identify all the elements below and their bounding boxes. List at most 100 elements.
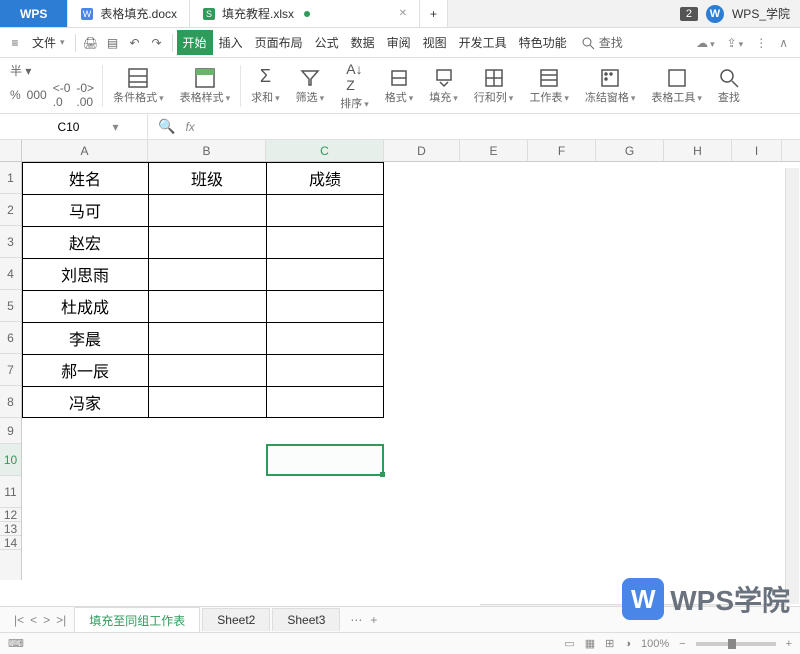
- row-header[interactable]: 13: [0, 522, 21, 536]
- column-header[interactable]: B: [148, 140, 266, 161]
- redo-icon[interactable]: ↷: [146, 32, 168, 54]
- file-menu[interactable]: 文件: [26, 30, 71, 55]
- conditional-format-button[interactable]: 条件格式: [105, 58, 172, 113]
- row-column-button[interactable]: 行和列: [466, 58, 522, 113]
- format-button[interactable]: 格式: [377, 58, 422, 113]
- filter-button[interactable]: 筛选: [288, 58, 333, 113]
- more-icon[interactable]: ⋮: [755, 36, 767, 50]
- fx-icon[interactable]: fx: [185, 120, 194, 134]
- zoom-value[interactable]: 100%: [641, 638, 669, 650]
- sheet-tab-active[interactable]: 填充至同组工作表: [74, 607, 200, 633]
- column-header[interactable]: F: [528, 140, 596, 161]
- table-style-button[interactable]: 表格样式: [172, 58, 239, 113]
- decrease-decimal-icon[interactable]: -0>.00: [76, 81, 94, 109]
- cloud-sync-icon[interactable]: ☁: [696, 36, 715, 50]
- fill-button[interactable]: 填充: [421, 58, 466, 113]
- view-break-icon[interactable]: ⊞: [605, 637, 614, 650]
- sum-button[interactable]: Σ 求和: [243, 58, 288, 113]
- print-preview-icon[interactable]: ▤: [102, 32, 124, 54]
- sheet-nav-first-icon[interactable]: |<: [14, 613, 24, 627]
- wps-brand-tab[interactable]: WPS: [0, 0, 68, 27]
- row-header[interactable]: 6: [0, 322, 21, 354]
- ribbon-tab-layout[interactable]: 页面布局: [249, 30, 309, 55]
- sheet-nav-last-icon[interactable]: >|: [56, 613, 66, 627]
- row-header[interactable]: 9: [0, 418, 21, 444]
- sheet-nav-next-icon[interactable]: >: [43, 613, 50, 627]
- name-box-dropdown-icon[interactable]: ▾: [112, 120, 118, 134]
- column-header[interactable]: A: [22, 140, 148, 161]
- row-header[interactable]: 14: [0, 536, 21, 550]
- view-page-icon[interactable]: ▦: [585, 637, 595, 650]
- active-cell-selection[interactable]: [266, 444, 384, 476]
- hamburger-icon[interactable]: ≡: [4, 32, 26, 54]
- row-header[interactable]: 3: [0, 226, 21, 258]
- sheet-tab-more-icon[interactable]: ⋯: [350, 613, 362, 627]
- cell[interactable]: 成绩: [266, 162, 384, 194]
- cell[interactable]: 李晨: [22, 322, 148, 354]
- share-icon[interactable]: ⇪: [727, 36, 744, 50]
- zoom-in-icon[interactable]: +: [786, 638, 792, 650]
- freeze-panes-button[interactable]: 冻结窗格: [577, 58, 644, 113]
- row-header[interactable]: 2: [0, 194, 21, 226]
- column-header[interactable]: C: [266, 140, 384, 161]
- name-box-input[interactable]: [28, 120, 108, 134]
- zoom-slider[interactable]: [696, 642, 776, 646]
- row-header[interactable]: 10: [0, 444, 21, 476]
- user-avatar-icon[interactable]: W: [706, 5, 724, 23]
- select-all-corner[interactable]: [0, 140, 22, 162]
- column-header[interactable]: H: [664, 140, 732, 161]
- cell[interactable]: 赵宏: [22, 226, 148, 258]
- view-normal-icon[interactable]: ▭: [564, 637, 574, 650]
- ribbon-tab-review[interactable]: 审阅: [381, 30, 417, 55]
- percent-format-icon[interactable]: %: [10, 88, 21, 102]
- sheet-tab[interactable]: Sheet3: [272, 608, 340, 631]
- vertical-scrollbar[interactable]: [785, 168, 799, 604]
- worksheet-button[interactable]: 工作表: [521, 58, 577, 113]
- zoom-out-icon[interactable]: −: [679, 638, 685, 650]
- table-tools-button[interactable]: 表格工具: [643, 58, 710, 113]
- row-header[interactable]: 8: [0, 386, 21, 418]
- row-header[interactable]: 12: [0, 508, 21, 522]
- cell[interactable]: 班级: [148, 162, 266, 194]
- find-button[interactable]: 查找: [581, 34, 623, 51]
- sort-button[interactable]: A↓Z 排序: [332, 58, 377, 113]
- ribbon-tab-data[interactable]: 数据: [345, 30, 381, 55]
- expand-icon[interactable]: ∧: [779, 36, 788, 50]
- sheet-tab-add-icon[interactable]: +: [370, 613, 377, 627]
- row-header[interactable]: 11: [0, 476, 21, 508]
- currency-format-icon[interactable]: 半 ▾: [10, 62, 31, 79]
- name-box[interactable]: ▾: [0, 114, 148, 139]
- ribbon-tab-formula[interactable]: 公式: [309, 30, 345, 55]
- ribbon-tab-insert[interactable]: 插入: [213, 30, 249, 55]
- column-header[interactable]: E: [460, 140, 528, 161]
- new-tab-button[interactable]: +: [420, 0, 448, 27]
- column-header[interactable]: D: [384, 140, 460, 161]
- cell[interactable]: 刘思雨: [22, 258, 148, 290]
- ribbon-tab-special[interactable]: 特色功能: [513, 30, 573, 55]
- cell[interactable]: 马可: [22, 194, 148, 226]
- tab-close-icon[interactable]: ✕: [399, 8, 407, 19]
- save-icon[interactable]: 🖨: [80, 32, 102, 54]
- ribbon-tab-developer[interactable]: 开发工具: [453, 30, 513, 55]
- row-header[interactable]: 4: [0, 258, 21, 290]
- column-header[interactable]: I: [732, 140, 782, 161]
- ribbon-tab-start[interactable]: 开始: [177, 30, 213, 55]
- cell[interactable]: 杜成成: [22, 290, 148, 322]
- document-tab-doc[interactable]: W 表格填充.docx: [68, 0, 190, 27]
- sheet-tab[interactable]: Sheet2: [202, 608, 270, 631]
- comma-format-icon[interactable]: 000: [27, 88, 47, 102]
- cell[interactable]: 冯家: [22, 386, 148, 418]
- view-reading-icon[interactable]: ◑: [624, 638, 631, 650]
- row-header[interactable]: 1: [0, 162, 21, 194]
- spreadsheet-grid[interactable]: 姓名班级成绩马可赵宏刘思雨杜成成李晨郝一辰冯家: [22, 162, 800, 580]
- ribbon-tab-view[interactable]: 视图: [417, 30, 453, 55]
- document-tab-sheet[interactable]: S 填充教程.xlsx ✕: [190, 0, 420, 27]
- user-label[interactable]: WPS_学院: [732, 5, 790, 22]
- keyboard-mode-icon[interactable]: ⌨: [8, 637, 24, 650]
- sheet-nav-prev-icon[interactable]: <: [30, 613, 37, 627]
- undo-icon[interactable]: ↶: [124, 32, 146, 54]
- fx-search-icon[interactable]: 🔍: [158, 118, 175, 135]
- cell[interactable]: 郝一辰: [22, 354, 148, 386]
- row-header[interactable]: 7: [0, 354, 21, 386]
- find-ribbon-button[interactable]: 查找: [710, 58, 748, 113]
